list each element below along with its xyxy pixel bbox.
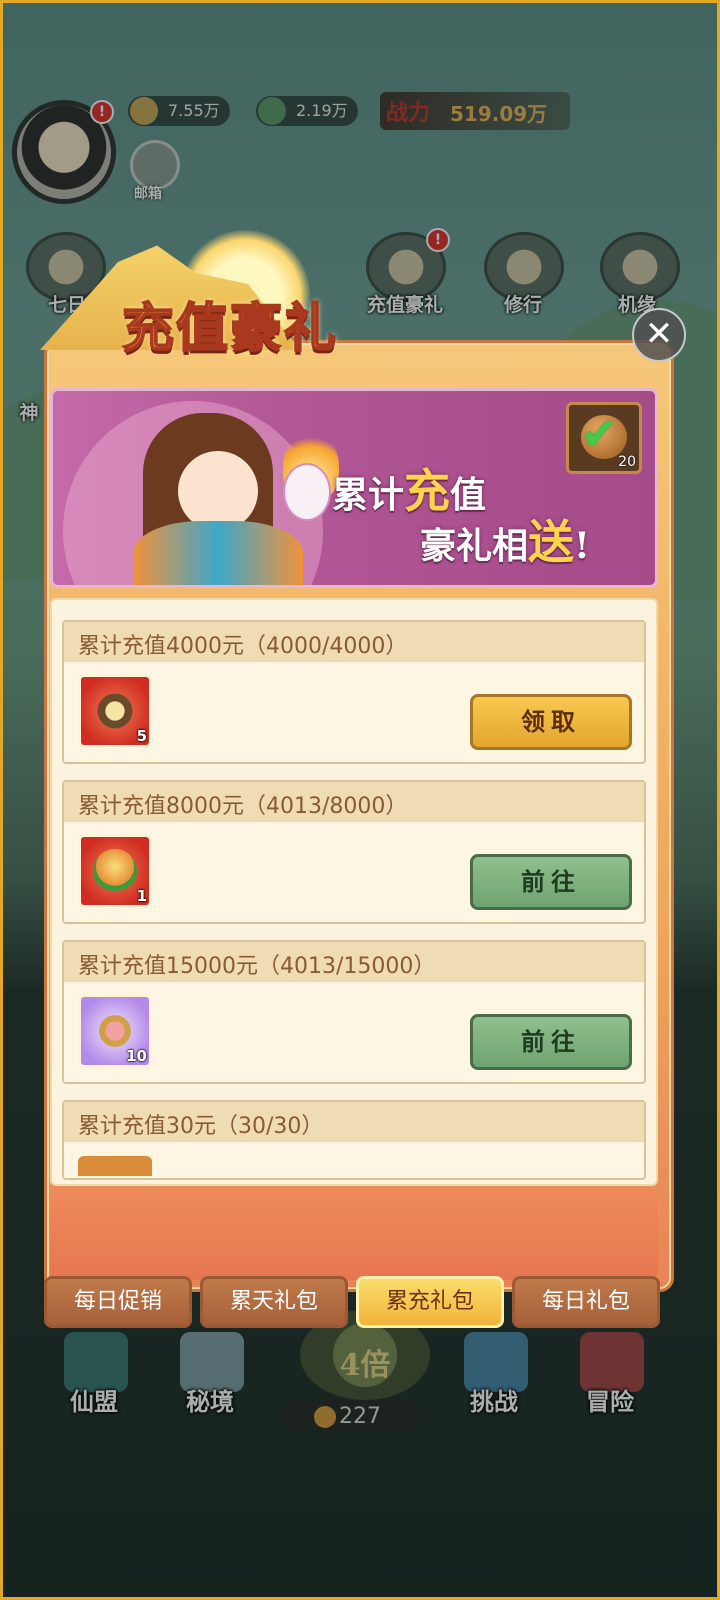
close-button[interactable]: ✕ (632, 308, 686, 362)
item-count: 10 (126, 1047, 147, 1065)
goto-button[interactable]: 前往 (470, 854, 632, 910)
medallion-icon (93, 689, 137, 733)
claim-button[interactable]: 领取 (470, 694, 632, 750)
close-icon: ✕ (644, 314, 674, 354)
tab-cumulative-recharge[interactable]: 累充礼包 (356, 1276, 504, 1328)
reward-card: 累计充值30元（30/30） (62, 1100, 646, 1180)
peach-icon (93, 849, 137, 893)
reward-card: 累计充值4000元（4000/4000） 5 领取 (62, 620, 646, 764)
goto-button[interactable]: 前往 (470, 1014, 632, 1070)
slogan-line-2: 豪礼相送! (420, 515, 590, 569)
reward-title: 累计充值4000元（4000/4000） (78, 634, 408, 659)
reward-card: 累计充值8000元（4013/8000） 1 前往 (62, 780, 646, 924)
tab-daily-gift[interactable]: 每日礼包 (512, 1276, 660, 1328)
chest-count: 20 (618, 454, 636, 470)
tab-daily-sale[interactable]: 每日促销 (44, 1276, 192, 1328)
mask-icon (283, 463, 331, 521)
reward-item[interactable] (78, 1156, 152, 1176)
reward-list[interactable]: 累计充值4000元（4000/4000） 5 领取 累计充值8000元（4013… (50, 598, 658, 1186)
item-count: 1 (136, 887, 147, 905)
panel-title: 充值豪礼 (121, 297, 339, 360)
reward-title: 累计充值15000元（4013/15000） (78, 954, 436, 979)
panel-footer (50, 1190, 658, 1280)
item-count: 5 (136, 727, 147, 745)
tab-cumulative-days[interactable]: 累天礼包 (200, 1276, 348, 1328)
character-face (178, 451, 258, 531)
reward-card: 累计充值15000元（4013/15000） 10 前往 (62, 940, 646, 1084)
reward-item[interactable]: 1 (78, 834, 152, 908)
gift-tabs: 每日促销 累天礼包 累充礼包 每日礼包 (42, 1276, 672, 1332)
check-icon: ✔ (581, 409, 618, 460)
character-dress (133, 521, 303, 585)
reward-item[interactable]: 5 (78, 674, 152, 748)
reward-item[interactable]: 10 (78, 994, 152, 1068)
reward-title: 累计充值30元（30/30） (78, 1114, 324, 1139)
reward-title: 累计充值8000元（4013/8000） (78, 794, 408, 819)
total-reward-chest[interactable]: ✔ 20 (566, 402, 642, 474)
